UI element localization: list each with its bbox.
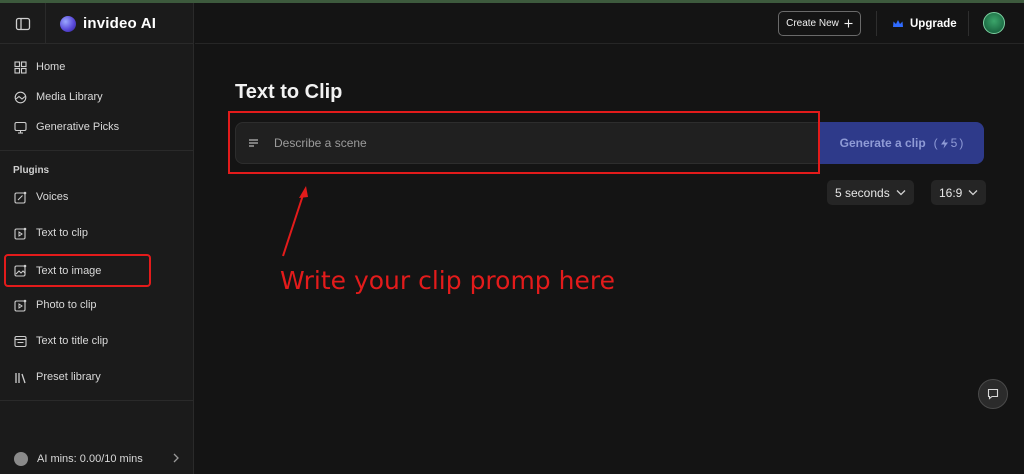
chevron-down-icon [968,190,978,196]
aspect-ratio-select[interactable]: 16:9 [931,180,987,205]
sidebar-item-label: Generative Picks [36,121,120,133]
sidebar-item-label: Text to title clip [36,335,109,347]
create-new-button[interactable]: Create New [778,11,861,36]
top-bar: Create New Upgrade [195,3,1024,44]
ai-mins-text: AI mins: 0.00/10 mins [37,452,143,465]
chevron-down-icon [896,190,906,196]
sidebar-item-label: Voices [36,191,69,203]
sidebar-divider [0,150,194,151]
annotation-arrow-icon [282,186,308,257]
sidebar-toggle-button[interactable] [0,3,46,44]
app-root: invideo AI Home Media Library Generative… [0,0,1024,474]
sidebar-header: invideo AI [0,3,194,44]
aspect-ratio-value: 16:9 [939,185,963,200]
duration-select[interactable]: 5 seconds [827,180,914,205]
create-new-label: Create New [786,18,839,29]
upgrade-button[interactable]: Upgrade [892,11,957,36]
sidebar-item-text-to-image[interactable]: Text to image [4,254,151,287]
sidebar-item-preset-library[interactable]: Preset library [8,364,186,390]
sidebar-item-text-to-title-clip[interactable]: Text to title clip [8,328,186,354]
sidebar-item-photo-to-clip[interactable]: Photo to clip [8,292,186,318]
sidebar-item-media-library[interactable]: Media Library [8,84,186,110]
chat-icon [987,388,999,400]
text-clip-icon [14,227,27,240]
picks-icon [14,121,27,134]
preset-icon [15,372,26,383]
avatar[interactable] [983,12,1005,34]
annotation-text: Write your clip promp here [280,266,615,295]
sidebar-item-text-to-clip[interactable]: Text to clip [8,220,186,246]
crown-icon [893,19,903,27]
title-clip-icon [14,335,27,347]
ai-mins-status[interactable]: AI mins: 0.00/10 mins [0,443,194,474]
sidebar-item-label: Photo to clip [36,299,97,311]
text-image-icon [14,264,27,277]
brand-name: invideo AI [83,15,157,32]
annotation-highlight-box [228,111,820,174]
plus-icon [844,19,853,28]
grid-icon [14,60,27,74]
generate-clip-button[interactable]: Generate a clip ( 5 ) [819,122,984,164]
mins-indicator-icon [14,451,28,466]
sidebar-item-label: Home [36,61,66,73]
page-title: Text to Clip [235,81,343,103]
sidebar-item-label: Preset library [36,371,101,383]
sidebar-item-voices[interactable]: Voices [8,184,186,210]
upgrade-label: Upgrade [910,17,957,30]
sidebar-item-label: Text to clip [36,227,88,239]
topbar-divider [968,11,969,36]
brand-logo-icon [60,15,76,32]
chevron-right-icon [173,453,179,463]
topbar-divider [876,11,877,36]
plugins-heading: Plugins [13,165,50,176]
photo-clip-icon [14,299,27,312]
brand[interactable]: invideo AI [60,15,156,32]
duration-value: 5 seconds [835,185,890,200]
credit-value: 5 [950,136,958,150]
media-icon [14,91,27,103]
sidebar-item-generative-picks[interactable]: Generative Picks [8,114,186,140]
sidebar-toggle-icon [15,17,30,30]
voices-icon [14,191,27,204]
lightning-icon [940,138,948,148]
sidebar: invideo AI Home Media Library Generative… [0,3,194,474]
chat-button[interactable] [978,379,1008,409]
credit-cost: ( 5 ) [933,136,964,150]
sidebar-item-home[interactable]: Home [8,54,186,80]
sidebar-item-label: Media Library [36,91,103,103]
generate-label: Generate a clip [839,136,926,150]
sidebar-item-label: Text to image [36,264,102,277]
sidebar-divider [0,400,194,401]
